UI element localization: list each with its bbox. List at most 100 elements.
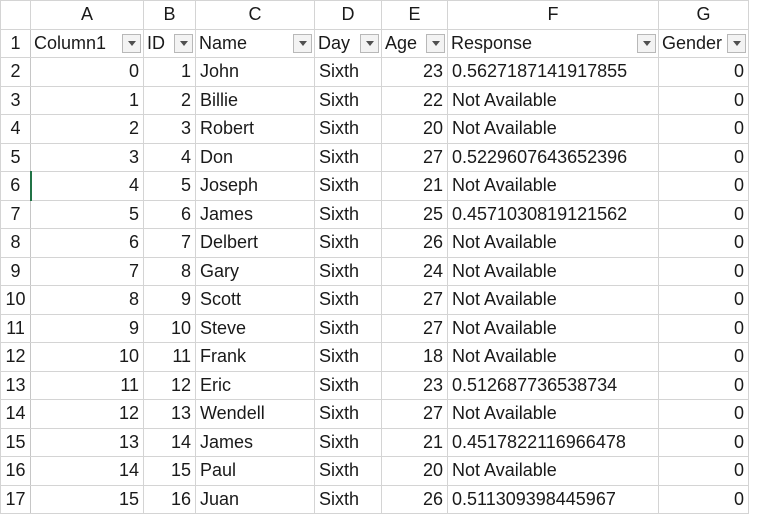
cell-day[interactable]: Sixth bbox=[314, 313, 382, 343]
cell-day[interactable]: Sixth bbox=[314, 228, 382, 258]
cell-name[interactable]: Billie bbox=[195, 85, 315, 115]
row-header[interactable]: 9 bbox=[0, 256, 31, 286]
cell-gender[interactable]: 0 bbox=[658, 342, 749, 372]
cell-name[interactable]: Delbert bbox=[195, 228, 315, 258]
cell-name[interactable]: Don bbox=[195, 142, 315, 172]
cell-age[interactable]: 21 bbox=[381, 171, 448, 201]
cell-id[interactable]: 6 bbox=[143, 199, 196, 229]
cell-col1[interactable]: 7 bbox=[30, 256, 144, 286]
cell-col1[interactable]: 10 bbox=[30, 342, 144, 372]
cell-name[interactable]: John bbox=[195, 57, 315, 87]
cell-id[interactable]: 2 bbox=[143, 85, 196, 115]
cell-age[interactable]: 20 bbox=[381, 114, 448, 144]
select-all-corner[interactable] bbox=[0, 0, 31, 30]
cell-day[interactable]: Sixth bbox=[314, 456, 382, 486]
cell-age[interactable]: 27 bbox=[381, 399, 448, 429]
cell-col1[interactable]: 2 bbox=[30, 114, 144, 144]
cell-response[interactable]: 0.4571030819121562 bbox=[447, 199, 659, 229]
cell-day[interactable]: Sixth bbox=[314, 142, 382, 172]
cell-response[interactable]: 0.4517822116966478 bbox=[447, 427, 659, 457]
row-header[interactable]: 7 bbox=[0, 199, 31, 229]
cell-response[interactable]: Not Available bbox=[447, 456, 659, 486]
cell-age[interactable]: 24 bbox=[381, 256, 448, 286]
cell-id[interactable]: 16 bbox=[143, 484, 196, 514]
column-header-c[interactable]: C bbox=[195, 0, 315, 30]
cell-col1[interactable]: 14 bbox=[30, 456, 144, 486]
cell-col1[interactable]: 12 bbox=[30, 399, 144, 429]
filter-dropdown-icon[interactable] bbox=[174, 33, 193, 53]
cell-day[interactable]: Sixth bbox=[314, 342, 382, 372]
cell-id[interactable]: 15 bbox=[143, 456, 196, 486]
cell-day[interactable]: Sixth bbox=[314, 199, 382, 229]
cell-col1[interactable]: 8 bbox=[30, 285, 144, 315]
row-header[interactable]: 17 bbox=[0, 484, 31, 514]
filter-dropdown-icon[interactable] bbox=[360, 33, 379, 53]
cell-name[interactable]: Steve bbox=[195, 313, 315, 343]
cell-id[interactable]: 3 bbox=[143, 114, 196, 144]
cell-response[interactable]: 0.5627187141917855 bbox=[447, 57, 659, 87]
cell-day[interactable]: Sixth bbox=[314, 285, 382, 315]
cell-id[interactable]: 1 bbox=[143, 57, 196, 87]
cell-id[interactable]: 10 bbox=[143, 313, 196, 343]
cell-age[interactable]: 25 bbox=[381, 199, 448, 229]
cell-col1[interactable]: 15 bbox=[30, 484, 144, 514]
cell-id[interactable]: 11 bbox=[143, 342, 196, 372]
cell-age[interactable]: 26 bbox=[381, 484, 448, 514]
header-cell-name[interactable]: Name bbox=[195, 28, 315, 58]
cell-day[interactable]: Sixth bbox=[314, 370, 382, 400]
cell-name[interactable]: James bbox=[195, 427, 315, 457]
cell-id[interactable]: 4 bbox=[143, 142, 196, 172]
cell-col1[interactable]: 0 bbox=[30, 57, 144, 87]
cell-gender[interactable]: 0 bbox=[658, 199, 749, 229]
header-cell-day[interactable]: Day bbox=[314, 28, 382, 58]
filter-dropdown-icon[interactable] bbox=[637, 33, 656, 53]
filter-dropdown-icon[interactable] bbox=[727, 33, 746, 53]
cell-col1[interactable]: 1 bbox=[30, 85, 144, 115]
row-header[interactable]: 10 bbox=[0, 285, 31, 315]
row-header[interactable]: 5 bbox=[0, 142, 31, 172]
header-cell-age[interactable]: Age bbox=[381, 28, 448, 58]
cell-response[interactable]: Not Available bbox=[447, 342, 659, 372]
cell-gender[interactable]: 0 bbox=[658, 427, 749, 457]
cell-age[interactable]: 22 bbox=[381, 85, 448, 115]
cell-col1[interactable]: 3 bbox=[30, 142, 144, 172]
cell-day[interactable]: Sixth bbox=[314, 484, 382, 514]
cell-response[interactable]: Not Available bbox=[447, 171, 659, 201]
cell-col1[interactable]: 9 bbox=[30, 313, 144, 343]
cell-id[interactable]: 5 bbox=[143, 171, 196, 201]
cell-id[interactable]: 7 bbox=[143, 228, 196, 258]
cell-id[interactable]: 14 bbox=[143, 427, 196, 457]
cell-age[interactable]: 23 bbox=[381, 370, 448, 400]
cell-id[interactable]: 12 bbox=[143, 370, 196, 400]
cell-day[interactable]: Sixth bbox=[314, 114, 382, 144]
cell-response[interactable]: Not Available bbox=[447, 313, 659, 343]
cell-gender[interactable]: 0 bbox=[658, 256, 749, 286]
header-cell-response[interactable]: Response bbox=[447, 28, 659, 58]
row-header[interactable]: 12 bbox=[0, 342, 31, 372]
row-header[interactable]: 15 bbox=[0, 427, 31, 457]
cell-age[interactable]: 23 bbox=[381, 57, 448, 87]
filter-dropdown-icon[interactable] bbox=[293, 33, 312, 53]
row-header[interactable]: 6 bbox=[0, 171, 32, 201]
cell-name[interactable]: Frank bbox=[195, 342, 315, 372]
cell-gender[interactable]: 0 bbox=[658, 399, 749, 429]
column-header-f[interactable]: F bbox=[447, 0, 659, 30]
row-header[interactable]: 3 bbox=[0, 85, 31, 115]
cell-gender[interactable]: 0 bbox=[658, 171, 749, 201]
cell-day[interactable]: Sixth bbox=[314, 57, 382, 87]
cell-age[interactable]: 20 bbox=[381, 456, 448, 486]
cell-name[interactable]: Juan bbox=[195, 484, 315, 514]
row-header[interactable]: 13 bbox=[0, 370, 31, 400]
cell-age[interactable]: 18 bbox=[381, 342, 448, 372]
cell-age[interactable]: 27 bbox=[381, 313, 448, 343]
row-header[interactable]: 16 bbox=[0, 456, 31, 486]
cell-gender[interactable]: 0 bbox=[658, 57, 749, 87]
cell-gender[interactable]: 0 bbox=[658, 313, 749, 343]
cell-age[interactable]: 27 bbox=[381, 285, 448, 315]
cell-col1[interactable]: 6 bbox=[30, 228, 144, 258]
column-header-b[interactable]: B bbox=[143, 0, 196, 30]
cell-gender[interactable]: 0 bbox=[658, 114, 749, 144]
cell-id[interactable]: 9 bbox=[143, 285, 196, 315]
cell-response[interactable]: Not Available bbox=[447, 399, 659, 429]
filter-dropdown-icon[interactable] bbox=[426, 33, 445, 53]
